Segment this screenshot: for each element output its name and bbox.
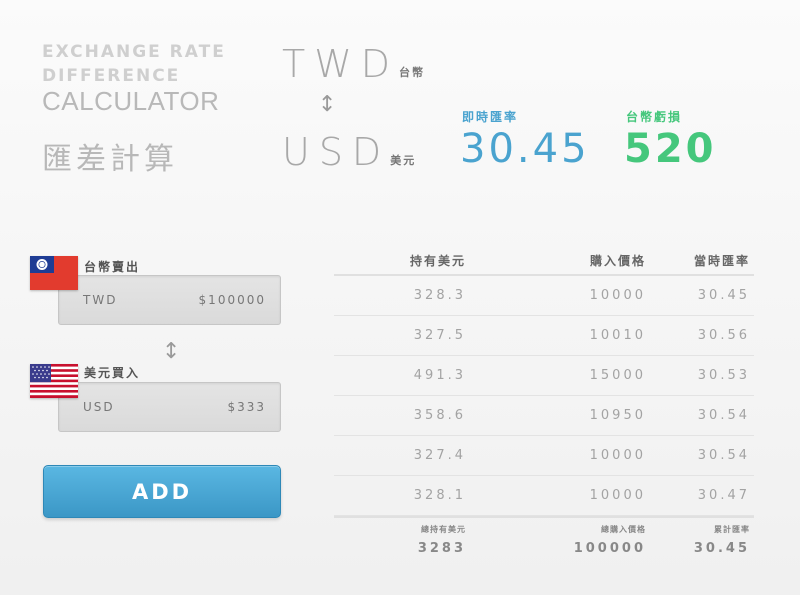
cell-usd-held: 327.5 [413, 328, 466, 343]
table-body: 328.3 10000 30.45 327.5 10010 30.56 491.3 15000… [334, 276, 754, 516]
buy-label: 美元買入 [84, 366, 141, 380]
from-currency: TWD 台幣 [282, 44, 425, 84]
title-line-2: DIFFERENCE [42, 66, 181, 86]
cell-rate-then: 30.54 [697, 448, 750, 463]
footer-avg-rate-label: 累計匯率 [714, 525, 750, 534]
swap-vertical-icon[interactable]: ↕ [318, 94, 336, 116]
usa-flag-icon [30, 364, 78, 398]
table-row: 491.3 15000 30.53 [334, 356, 754, 396]
table-row: 327.5 10010 30.56 [334, 316, 754, 356]
usd-amount[interactable]: $333 [227, 400, 266, 414]
to-currency-name: 美元 [390, 154, 417, 167]
table-header: 持有美元 購入價格 當時匯率 [334, 252, 754, 276]
usd-currency-code: USD [83, 400, 115, 414]
cell-rate-then: 30.53 [697, 368, 750, 383]
twd-currency-code: TWD [83, 293, 118, 307]
loss-label: 台幣虧損 [626, 110, 683, 124]
cell-usd-held: 491.3 [413, 368, 466, 383]
cell-purchase-price: 15000 [589, 368, 646, 383]
swap-vertical-icon[interactable]: ↕ [162, 341, 180, 363]
footer-avg-rate: 30.45 [693, 541, 750, 556]
cell-usd-held: 358.6 [413, 408, 466, 423]
footer-total-usd-label: 總持有美元 [421, 525, 466, 534]
holdings-table: 持有美元 購入價格 當時匯率 328.3 10000 30.45 327.5 10010… [334, 252, 754, 556]
twd-sell-field[interactable]: TWD $100000 [58, 275, 281, 325]
cell-purchase-price: 10000 [589, 488, 646, 503]
cell-rate-then: 30.56 [697, 328, 750, 343]
to-currency: USD 美元 [282, 132, 416, 172]
loss-value: 520 [624, 126, 717, 172]
cell-rate-then: 30.54 [697, 408, 750, 423]
header-purchase-price: 購入價格 [589, 254, 646, 268]
taiwan-flag-icon [30, 256, 78, 290]
cell-purchase-price: 10010 [589, 328, 646, 343]
table-row: 328.1 10000 30.47 [334, 476, 754, 516]
from-currency-code: TWD [282, 42, 400, 86]
rate-label: 即時匯率 [462, 110, 519, 124]
add-button[interactable]: ADD [43, 465, 281, 518]
table-row: 328.3 10000 30.45 [334, 276, 754, 316]
cell-usd-held: 328.1 [413, 488, 466, 503]
app-title: EXCHANGE RATE DIFFERENCE [42, 40, 272, 88]
to-currency-code: USD [282, 130, 391, 174]
cell-rate-then: 30.47 [697, 488, 750, 503]
title-line-3: CALCULATOR [42, 86, 220, 116]
title-chinese: 匯差計算 [42, 142, 178, 177]
title-line-1: EXCHANGE RATE [42, 42, 226, 62]
cell-rate-then: 30.45 [697, 288, 750, 303]
footer-total-price: 100000 [573, 541, 646, 556]
twd-amount[interactable]: $100000 [199, 293, 266, 307]
cell-purchase-price: 10000 [589, 448, 646, 463]
table-row: 358.6 10950 30.54 [334, 396, 754, 436]
table-footer: 總持有美元 總購入價格 累計匯率 3283 100000 30.45 [334, 516, 754, 556]
header-rate-then: 當時匯率 [693, 254, 750, 268]
header-usd-held: 持有美元 [409, 254, 466, 268]
sell-label: 台幣賣出 [84, 260, 141, 274]
table-row: 327.4 10000 30.54 [334, 436, 754, 476]
rate-value: 30.45 [460, 126, 590, 172]
from-currency-name: 台幣 [399, 66, 426, 79]
cell-purchase-price: 10000 [589, 288, 646, 303]
cell-usd-held: 328.3 [413, 288, 466, 303]
footer-total-usd: 3283 [417, 541, 466, 556]
footer-total-price-label: 總購入價格 [601, 525, 646, 534]
cell-purchase-price: 10950 [589, 408, 646, 423]
usd-buy-field[interactable]: USD $333 [58, 382, 281, 432]
cell-usd-held: 327.4 [413, 448, 466, 463]
